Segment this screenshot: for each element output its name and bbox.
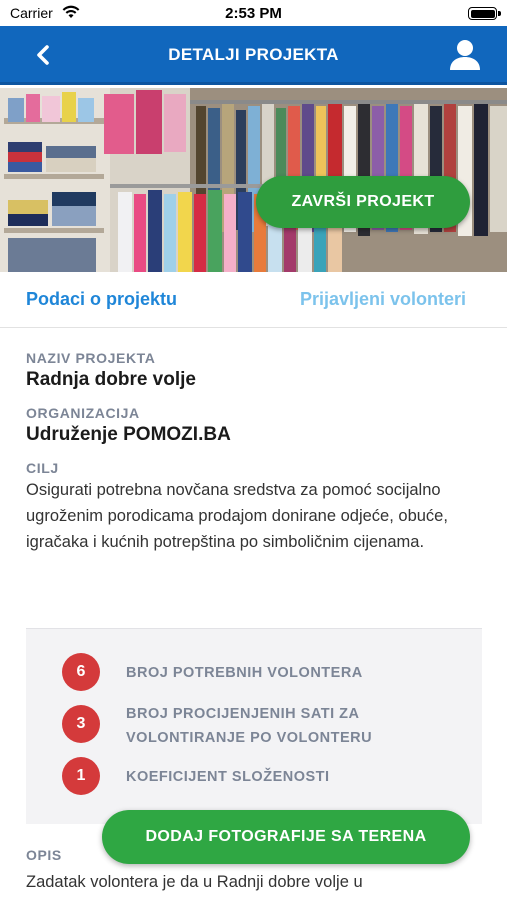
clock: 2:53 PM [225, 5, 282, 22]
stat-badge: 3 [62, 705, 100, 743]
stat-volunteers-needed: 6 BROJ POTREBNIH VOLONTERA [62, 653, 462, 693]
profile-button[interactable] [447, 37, 483, 73]
stat-label: KOEFICIJENT SLOŽENOSTI [126, 769, 330, 785]
stat-complexity: 1 KOEFICIJENT SLOŽENOSTI [62, 757, 462, 797]
description-text: Zadatak volontera je da u Radnji dobre v… [26, 873, 363, 891]
organization-label: ORGANIZACIJA [26, 405, 140, 421]
goal-label: CILJ [26, 460, 59, 476]
stat-label: BROJ PROCIJENJENIH SATI ZA VOLONTIRANJE … [126, 706, 373, 746]
user-icon [450, 40, 480, 70]
tab-project-info[interactable]: Podaci o projektu [26, 289, 177, 310]
battery-cap [498, 11, 501, 16]
tab-bar: Podaci o projektu Prijavljeni volonteri [0, 272, 507, 328]
battery-icon [468, 7, 497, 20]
stat-badge: 6 [62, 653, 100, 691]
add-field-photos-button[interactable]: DODAJ FOTOGRAFIJE SA TERENA [102, 810, 470, 864]
status-bar: Carrier 2:53 PM [0, 0, 507, 26]
tab-registered-volunteers[interactable]: Prijavljeni volonteri [300, 289, 466, 310]
navigation-bar: DETALJI PROJEKTA [0, 26, 507, 85]
project-stats: 6 BROJ POTREBNIH VOLONTERA 3 BROJ PROCIJ… [26, 628, 482, 824]
project-image: ZAVRŠI PROJEKT [0, 88, 507, 272]
stat-badge: 1 [62, 757, 100, 795]
project-name: Radnja dobre volje [26, 369, 196, 390]
finish-project-button[interactable]: ZAVRŠI PROJEKT [256, 176, 470, 228]
stat-label: BROJ POTREBNIH VOLONTERA [126, 665, 363, 681]
project-details: NAZIV PROJEKTA Radnja dobre volje ORGANI… [26, 328, 482, 555]
page-title: DETALJI PROJEKTA [168, 45, 339, 64]
description-label: OPIS [26, 847, 62, 863]
stat-estimated-hours: 3 BROJ PROCIJENJENIH SATI ZA VOLONTIRANJ… [62, 705, 462, 755]
project-name-label: NAZIV PROJEKTA [26, 350, 156, 366]
goal-text: Osigurati potrebna novčana sredstva za p… [26, 481, 448, 551]
organization-name: Udruženje POMOZI.BA [26, 424, 231, 445]
